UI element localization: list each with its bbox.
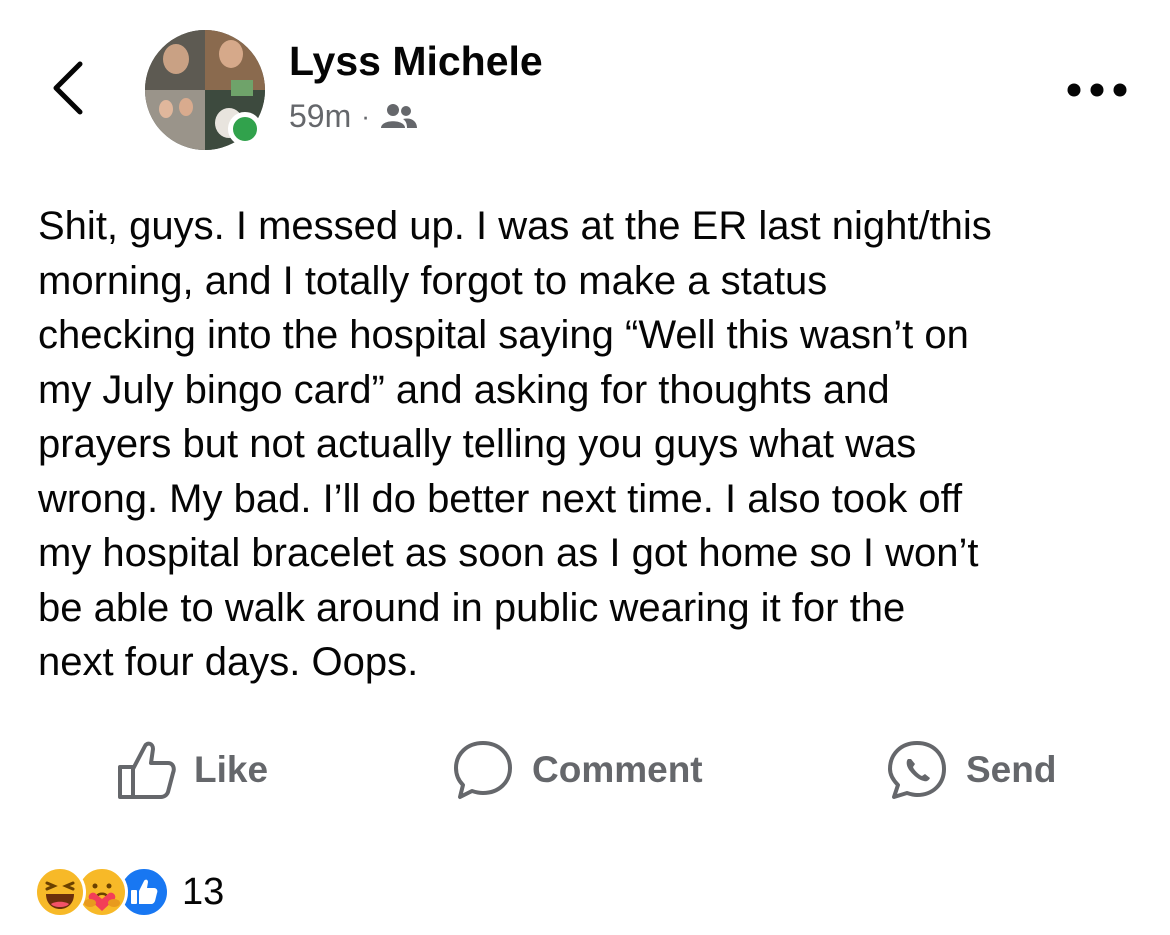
- send-label: Send: [966, 749, 1057, 790]
- reactions-summary[interactable]: 13: [34, 866, 224, 918]
- more-options-icon: [1067, 83, 1127, 97]
- friends-icon[interactable]: [380, 102, 418, 132]
- comment-label: Comment: [532, 749, 703, 790]
- comment-bubble-icon: [454, 741, 512, 799]
- post-meta: 59m ·: [289, 98, 418, 135]
- like-button[interactable]: Like: [116, 738, 268, 802]
- back-chevron-icon: [53, 61, 83, 115]
- thumbs-up-icon: [118, 741, 176, 799]
- like-label: Like: [194, 749, 269, 790]
- more-options-button[interactable]: [1065, 80, 1129, 100]
- reaction-count: 13: [182, 870, 225, 913]
- online-status-indicator: [228, 112, 262, 146]
- comment-button[interactable]: Comment: [452, 738, 703, 802]
- back-button[interactable]: [44, 58, 94, 118]
- post-text: Shit, guys. I messed up. I was at the ER…: [38, 204, 992, 684]
- send-button[interactable]: Send: [886, 738, 1056, 802]
- meta-separator: ·: [361, 101, 370, 131]
- messenger-icon: [888, 741, 946, 799]
- post-time[interactable]: 59m: [289, 98, 351, 135]
- author-name[interactable]: Lyss Michele: [289, 38, 543, 85]
- haha-reaction-icon: [34, 866, 86, 918]
